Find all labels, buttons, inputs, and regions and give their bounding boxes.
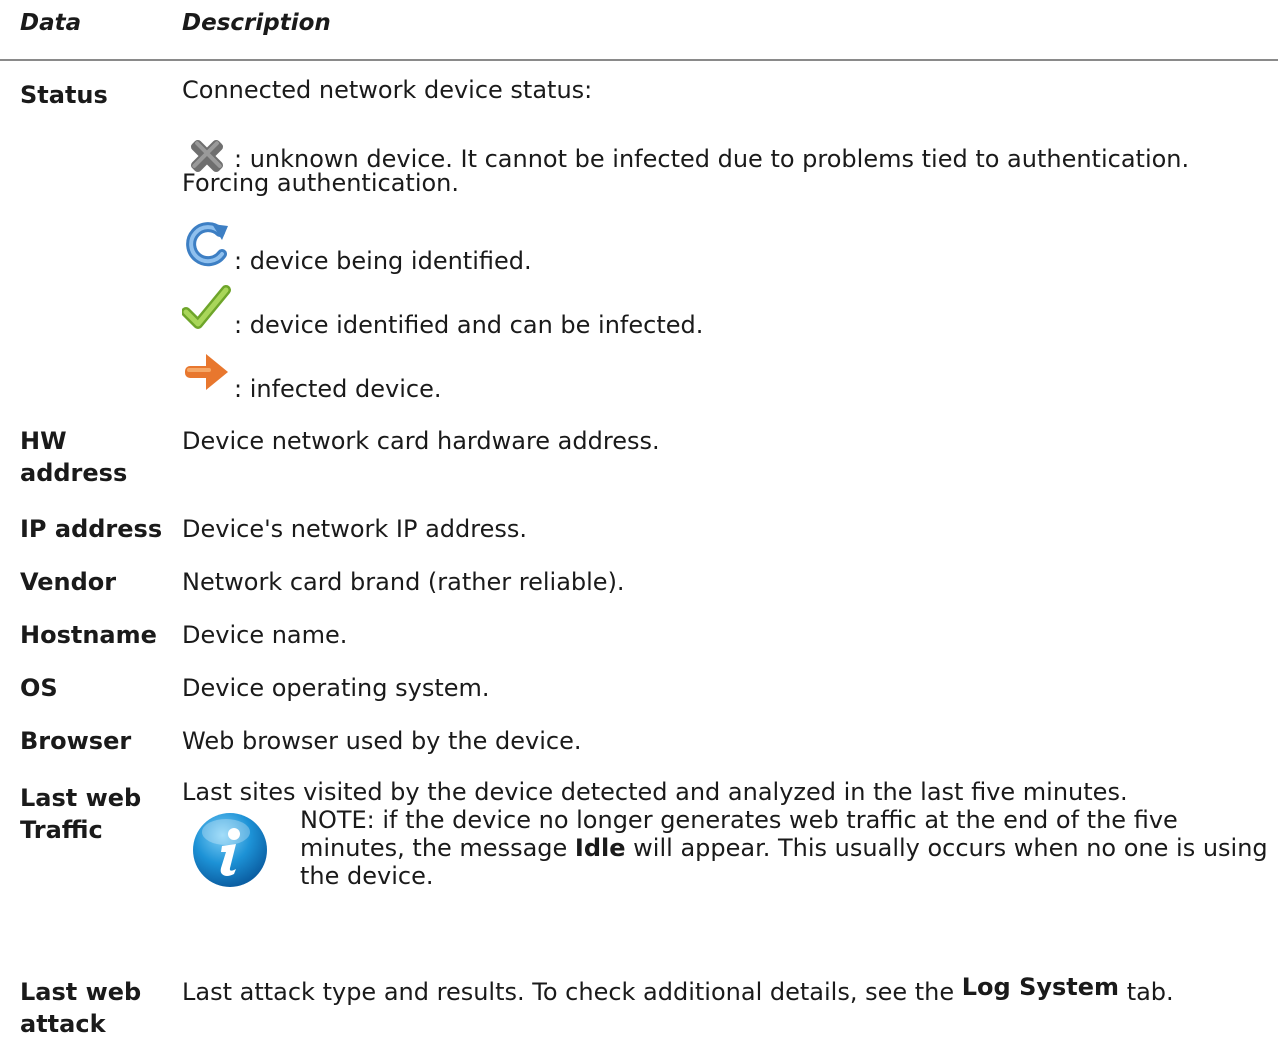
desc-ip-address: Device's network IP address. bbox=[182, 515, 527, 543]
term-browser: Browser bbox=[20, 727, 132, 755]
log-system-tab-ref: Log System bbox=[961, 973, 1120, 1001]
refresh-icon bbox=[186, 222, 228, 267]
term-status: Status bbox=[20, 81, 108, 109]
term-os: OS bbox=[20, 674, 58, 702]
desc-vendor: Network card brand (rather reliable). bbox=[182, 568, 625, 596]
status-identifying-text: : device being identified. bbox=[234, 247, 532, 275]
term-last-web-attack-line1: Last web bbox=[20, 978, 142, 1006]
status-identified-text: : device identified and can be infected. bbox=[234, 311, 704, 339]
desc-os: Device operating system. bbox=[182, 674, 490, 702]
term-last-web-attack-line2: attack bbox=[20, 1010, 106, 1038]
term-hostname: Hostname bbox=[20, 621, 157, 649]
term-hw-address-line1: HW bbox=[20, 427, 67, 455]
header-data: Data bbox=[20, 10, 82, 36]
desc-last-web-attack-suffix: tab. bbox=[1119, 978, 1174, 1006]
header-divider bbox=[0, 59, 1278, 61]
data-description-table: Data Description Status Connected networ… bbox=[0, 0, 1278, 1040]
desc-browser: Web browser used by the device. bbox=[182, 727, 582, 755]
desc-hw-address: Device network card hardware address. bbox=[182, 427, 660, 455]
arrow-right-icon bbox=[185, 354, 228, 390]
term-hw-address-line2: address bbox=[20, 459, 128, 487]
status-infected-text: : infected device. bbox=[234, 375, 442, 403]
desc-hostname: Device name. bbox=[182, 621, 348, 649]
term-last-web-traffic: Last web Traffic bbox=[20, 782, 141, 846]
note-idle: Idle bbox=[574, 834, 626, 862]
term-hw-address: HW address bbox=[20, 425, 127, 489]
checkmark-icon bbox=[182, 285, 231, 329]
desc-last-web-attack: Last attack type and results. To check a… bbox=[182, 973, 1174, 1008]
term-vendor: Vendor bbox=[20, 568, 117, 596]
term-last-web-traffic-line2: Traffic bbox=[20, 816, 103, 844]
header-description: Description bbox=[182, 10, 331, 36]
info-icon bbox=[193, 813, 267, 887]
status-unknown-text-cont: Forcing authentication. bbox=[182, 169, 460, 197]
term-last-web-traffic-line1: Last web bbox=[20, 784, 142, 812]
status-intro: Connected network device status: bbox=[182, 76, 593, 104]
desc-last-web-traffic: Last sites visited by the device detecte… bbox=[182, 778, 1128, 806]
desc-last-web-attack-prefix: Last attack type and results. To check a… bbox=[182, 978, 962, 1006]
note-text: NOTE: if the device no longer generates … bbox=[300, 806, 1270, 890]
term-ip-address: IP address bbox=[20, 515, 163, 543]
term-last-web-attack: Last web attack bbox=[20, 976, 141, 1040]
